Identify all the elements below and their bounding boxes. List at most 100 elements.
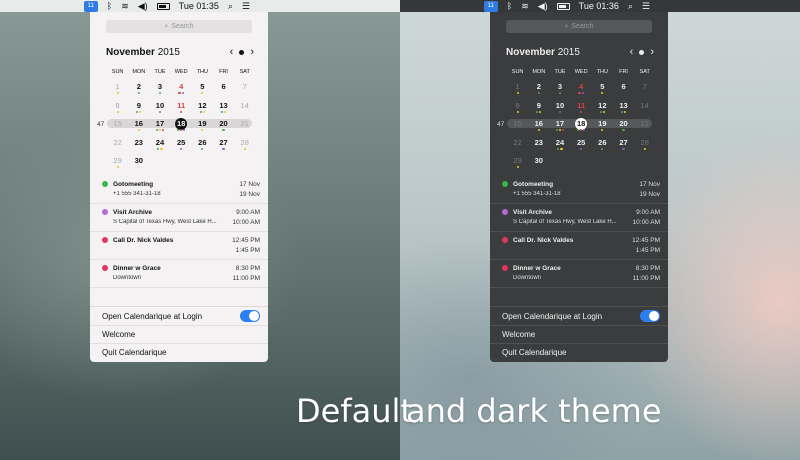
- event-item[interactable]: Dinner w Grace Downtown 8:30 PM 11:00 PM: [490, 260, 668, 288]
- event-item[interactable]: Call Dr. Nick Valdes 12:45 PM 1:45 PM: [90, 232, 268, 260]
- calendar-day[interactable]: 6: [213, 81, 234, 100]
- calendar-day[interactable]: 5: [592, 81, 613, 100]
- menubar-clock[interactable]: Tue 01:35: [179, 1, 219, 11]
- calendar-day[interactable]: 2: [528, 81, 549, 100]
- calendar-day[interactable]: 7: [634, 81, 655, 100]
- calendar-day[interactable]: 9: [528, 100, 549, 119]
- calendar-day-selected[interactable]: 18: [171, 118, 192, 137]
- calendar-day[interactable]: 19: [592, 118, 613, 137]
- event-item[interactable]: Visit Archive S Capital of Texas Hwy, Wes…: [90, 204, 268, 232]
- calendar-day[interactable]: 13: [213, 100, 234, 119]
- calendar-day[interactable]: 26: [592, 137, 613, 156]
- bluetooth-icon[interactable]: ᛒ: [107, 0, 112, 12]
- calendar-day[interactable]: 17: [549, 118, 570, 137]
- next-month-chevron-icon[interactable]: ›: [250, 46, 254, 58]
- calendarique-menubar-icon[interactable]: 11: [483, 0, 498, 12]
- calendar-day[interactable]: 14: [634, 100, 655, 119]
- calendar-day[interactable]: 16: [128, 118, 149, 137]
- wifi-icon[interactable]: ≋: [521, 0, 529, 12]
- spotlight-search-icon[interactable]: ⌕: [228, 0, 233, 12]
- calendar-day[interactable]: 30: [528, 155, 549, 174]
- calendar-day[interactable]: 3: [549, 81, 570, 100]
- menubar-clock[interactable]: Tue 01:36: [579, 1, 619, 11]
- event-item[interactable]: Dinner w Grace Downtown 8:30 PM 11:00 PM: [90, 260, 268, 288]
- calendar-day[interactable]: 4: [171, 81, 192, 100]
- previous-month-chevron-icon[interactable]: ‹: [230, 46, 234, 58]
- welcome-menu-item[interactable]: Welcome: [490, 325, 668, 343]
- calendar-day[interactable]: 12: [592, 100, 613, 119]
- calendar-day[interactable]: 13: [613, 100, 634, 119]
- calendar-day[interactable]: 19: [192, 118, 213, 137]
- calendar-day[interactable]: 7: [234, 81, 255, 100]
- event-item[interactable]: Gotomeeting +1 555 341-31-18 17 Nov 19 Nov: [90, 176, 268, 204]
- bluetooth-icon[interactable]: ᛒ: [507, 0, 512, 12]
- open-at-login-row[interactable]: Open Calendarique at Login: [490, 307, 668, 325]
- previous-month-chevron-icon[interactable]: ‹: [630, 46, 634, 58]
- calendar-day[interactable]: 17: [149, 118, 170, 137]
- event-item[interactable]: Visit Archive S Capital of Texas Hwy, Wes…: [490, 204, 668, 232]
- calendar-day[interactable]: 30: [128, 155, 149, 174]
- calendar-day[interactable]: 14: [234, 100, 255, 119]
- open-at-login-toggle[interactable]: [240, 310, 260, 322]
- calendar-day[interactable]: 25: [571, 137, 592, 156]
- open-at-login-row[interactable]: Open Calendarique at Login: [90, 307, 268, 325]
- calendar-day[interactable]: 21: [234, 118, 255, 137]
- calendar-day[interactable]: 29: [107, 155, 128, 174]
- calendar-day[interactable]: 23: [528, 137, 549, 156]
- calendar-day[interactable]: 28: [634, 137, 655, 156]
- next-month-chevron-icon[interactable]: ›: [650, 46, 654, 58]
- battery-icon[interactable]: [156, 2, 170, 10]
- calendar-day[interactable]: 8: [107, 100, 128, 119]
- calendar-day[interactable]: 22: [107, 137, 128, 156]
- calendar-day[interactable]: 4: [571, 81, 592, 100]
- calendar-day[interactable]: 9: [128, 100, 149, 119]
- calendar-day[interactable]: 20: [213, 118, 234, 137]
- calendar-day[interactable]: 11: [571, 100, 592, 119]
- calendar-day[interactable]: 15: [507, 118, 528, 137]
- calendar-day[interactable]: 1: [107, 81, 128, 100]
- search-input[interactable]: ⌕ Search: [106, 20, 252, 33]
- calendar-day[interactable]: 28: [234, 137, 255, 156]
- calendar-day[interactable]: 25: [171, 137, 192, 156]
- calendar-day[interactable]: 24: [549, 137, 570, 156]
- calendar-day[interactable]: 10: [149, 100, 170, 119]
- calendar-day[interactable]: 27: [613, 137, 634, 156]
- event-item[interactable]: Call Dr. Nick Valdes 12:45 PM 1:45 PM: [490, 232, 668, 260]
- calendar-day[interactable]: 16: [528, 118, 549, 137]
- calendar-day[interactable]: 27: [213, 137, 234, 156]
- event-item[interactable]: Gotomeeting +1 555 341-31-18 17 Nov 19 Nov: [490, 176, 668, 204]
- calendar-day[interactable]: 26: [192, 137, 213, 156]
- calendar-day[interactable]: 10: [549, 100, 570, 119]
- calendar-day[interactable]: 12: [192, 100, 213, 119]
- calendar-day[interactable]: 15: [107, 118, 128, 137]
- quit-menu-item[interactable]: Quit Calendarique: [90, 343, 268, 361]
- calendar-day[interactable]: 20: [613, 118, 634, 137]
- calendar-day[interactable]: 3: [149, 81, 170, 100]
- welcome-menu-item[interactable]: Welcome: [90, 325, 268, 343]
- today-dot-button[interactable]: [239, 49, 245, 55]
- wifi-icon[interactable]: ≋: [121, 0, 129, 12]
- calendar-day[interactable]: 1: [507, 81, 528, 100]
- calendar-day[interactable]: 6: [613, 81, 634, 100]
- quit-menu-item[interactable]: Quit Calendarique: [490, 343, 668, 361]
- calendarique-menubar-icon[interactable]: 11: [83, 0, 98, 12]
- spotlight-search-icon[interactable]: ⌕: [628, 0, 633, 12]
- notification-center-icon[interactable]: ☰: [242, 0, 250, 12]
- calendar-day[interactable]: 23: [128, 137, 149, 156]
- open-at-login-toggle[interactable]: [640, 310, 660, 322]
- calendar-day[interactable]: 29: [507, 155, 528, 174]
- volume-icon[interactable]: ◀): [538, 0, 548, 12]
- calendar-day[interactable]: 22: [507, 137, 528, 156]
- today-dot-button[interactable]: [639, 49, 645, 55]
- calendar-day[interactable]: 11: [171, 100, 192, 119]
- calendar-day[interactable]: 5: [192, 81, 213, 100]
- calendar-day[interactable]: 8: [507, 100, 528, 119]
- volume-icon[interactable]: ◀): [138, 0, 148, 12]
- calendar-day[interactable]: 24: [149, 137, 170, 156]
- battery-icon[interactable]: [556, 2, 570, 10]
- search-input[interactable]: ⌕ Search: [506, 20, 652, 33]
- calendar-day-selected[interactable]: 18: [571, 118, 592, 137]
- notification-center-icon[interactable]: ☰: [642, 0, 650, 12]
- calendar-day[interactable]: 21: [634, 118, 655, 137]
- calendar-day[interactable]: 2: [128, 81, 149, 100]
